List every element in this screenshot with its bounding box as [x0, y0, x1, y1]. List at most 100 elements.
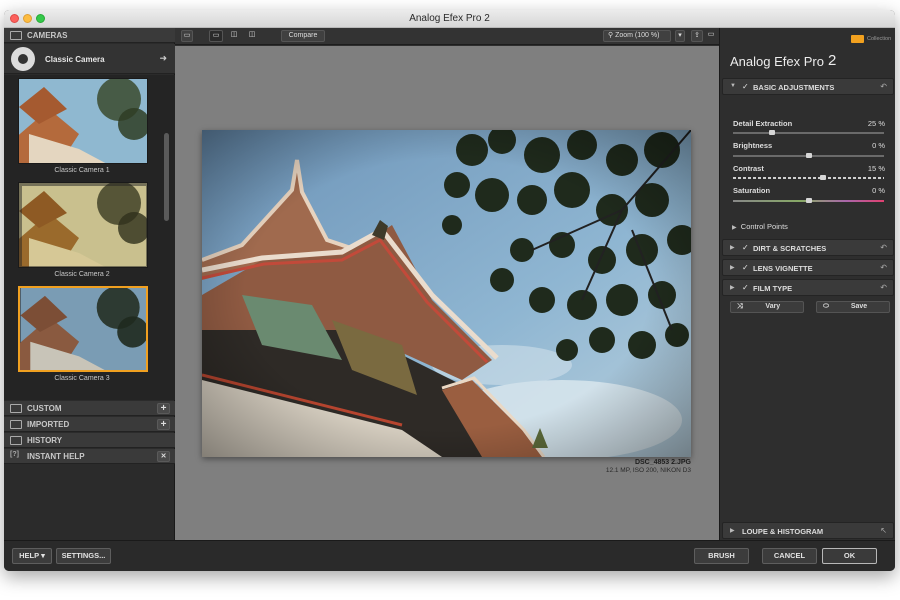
history-section-header[interactable]: HISTORY	[4, 433, 175, 448]
help-button[interactable]: HELP ▾	[12, 548, 52, 564]
dirt-scratches-header[interactable]: ▶ ✓ DIRT & SCRATCHES ↶	[722, 239, 894, 256]
cameras-section-header[interactable]: CAMERAS	[4, 28, 175, 43]
lens-vignette-header[interactable]: ▶ ✓ LENS VIGNETTE ↶	[722, 259, 894, 276]
preview-photo-image	[202, 130, 691, 457]
bottom-bar: HELP ▾ SETTINGS... BRUSH CANCEL OK	[4, 540, 895, 571]
reset-icon[interactable]: ↶	[880, 283, 887, 292]
saturation-label: Saturation	[733, 186, 771, 195]
upload-icon[interactable]: ⇪	[691, 30, 703, 42]
reset-icon[interactable]: ↶	[880, 263, 887, 272]
split-view-button[interactable]: ◫	[227, 30, 241, 42]
app-title-number: 2	[828, 52, 837, 69]
slider-knob[interactable]	[805, 153, 812, 158]
app-title: Analog Efex Pro	[730, 54, 824, 69]
single-view-button[interactable]: ▭	[209, 30, 223, 42]
add-imported-button[interactable]: +	[157, 419, 170, 430]
chevron-down-icon: ▼	[730, 83, 736, 89]
reset-icon[interactable]: ↶	[880, 82, 887, 91]
slider-knob[interactable]	[805, 198, 812, 203]
close-instant-help-button[interactable]: ✕	[157, 451, 170, 462]
preset-thumbnail-list[interactable]: Classic Camera 1 Classic Camera 2 Classi…	[4, 75, 175, 400]
loupe-histogram-label: LOUPE & HISTOGRAM	[742, 527, 824, 536]
history-label: HISTORY	[27, 436, 63, 445]
film-type-checkbox[interactable]: ✓	[742, 283, 749, 292]
basic-adjustments-checkbox[interactable]: ✓	[742, 82, 749, 91]
detail-extraction-value: 25 %	[867, 119, 885, 128]
instant-help-section-header[interactable]: [?] INSTANT HELP ✕	[4, 449, 175, 464]
cancel-button[interactable]: CANCEL	[762, 548, 817, 564]
chevron-down-icon: ▾	[41, 551, 45, 560]
arrow-right-icon[interactable]: ➜	[159, 53, 167, 64]
view-toolbar: ▭ ▭ ◫ ◫ Compare ⚲ Zoom (100 %) ▾ ⇪ ▭	[175, 28, 719, 45]
brightness-slider[interactable]	[733, 153, 884, 158]
instant-help-label: INSTANT HELP	[27, 452, 85, 461]
window-title: Analog Efex Pro 2	[409, 13, 490, 24]
chevron-right-icon: ▶	[730, 528, 735, 534]
loupe-histogram-header[interactable]: ▶ LOUPE & HISTOGRAM ↖	[722, 522, 894, 539]
history-icon	[10, 436, 22, 445]
help-label: HELP	[19, 551, 39, 560]
custom-section-header[interactable]: CUSTOM +	[4, 401, 175, 416]
cameras-header-label: CAMERAS	[27, 31, 68, 40]
dirt-scratches-checkbox[interactable]: ✓	[742, 243, 749, 252]
lens-vignette-checkbox[interactable]: ✓	[742, 263, 749, 272]
detail-extraction-label: Detail Extraction	[733, 119, 793, 128]
selected-camera-label: Classic Camera	[45, 55, 105, 64]
imported-section-header[interactable]: IMPORTED +	[4, 417, 175, 432]
image-canvas[interactable]: DSC_4853 2.JPG 12.1 MP, ISO 200, NIKON D…	[175, 46, 719, 540]
toggle-left-panel-button[interactable]: ▭	[181, 30, 193, 42]
film-type-label: FILM TYPE	[753, 284, 793, 293]
compare-button[interactable]: Compare	[281, 30, 325, 42]
brand-collection-label: Collection	[867, 36, 892, 42]
zoom-icon: ⚲	[608, 32, 614, 39]
saturation-slider[interactable]	[733, 198, 884, 203]
camera-icon	[10, 31, 22, 40]
preset-thumbnail-3-label: Classic Camera 3	[54, 375, 110, 382]
vary-button[interactable]: ⤨ Vary	[730, 301, 804, 313]
file-info: 12.1 MP, ISO 200, NIKON D3	[605, 467, 691, 474]
file-name: DSC_4853 2.JPG	[634, 459, 691, 466]
chevron-right-icon: ▶	[730, 245, 735, 251]
import-icon	[10, 420, 22, 429]
thumbnail-scrollbar[interactable]	[164, 133, 169, 221]
zoom-dropdown[interactable]: ⚲ Zoom (100 %)	[603, 30, 671, 42]
side-by-side-view-button[interactable]: ◫	[245, 30, 259, 42]
title-bar: Analog Efex Pro 2	[4, 10, 895, 28]
preset-thumbnail-1-image	[19, 79, 147, 163]
chevron-right-icon: ▶	[730, 265, 735, 271]
add-custom-button[interactable]: +	[157, 403, 170, 414]
preset-thumbnail-2[interactable]	[18, 182, 148, 268]
zoom-options-button[interactable]: ▾	[675, 30, 685, 42]
reset-icon[interactable]: ↶	[880, 243, 887, 252]
preset-thumbnail-3-image	[20, 288, 146, 370]
control-points-label: Control Points	[740, 222, 788, 231]
camera-selector[interactable]: Classic Camera ➜	[4, 44, 175, 74]
contrast-value: 15 %	[867, 164, 885, 173]
brush-button[interactable]: BRUSH	[694, 548, 749, 564]
shuffle-icon: ⤨	[737, 303, 743, 310]
preset-thumbnail-3[interactable]	[18, 286, 148, 372]
save-preset-button[interactable]: ⬭ Save	[816, 301, 890, 313]
preview-photo[interactable]	[202, 130, 691, 457]
chevron-right-icon: ▶	[730, 285, 735, 291]
toggle-right-panel-button[interactable]: ▭	[706, 30, 716, 42]
pin-icon[interactable]: ↖	[880, 526, 887, 535]
slider-knob[interactable]	[820, 175, 826, 180]
vary-label: Vary	[765, 303, 781, 310]
control-points-toggle[interactable]: ▶ Control Points	[732, 222, 788, 231]
ok-button[interactable]: OK	[822, 548, 877, 564]
app-window: Analog Efex Pro 2 CAMERAS Classic Camera…	[4, 10, 895, 571]
settings-button[interactable]: SETTINGS...	[56, 548, 111, 564]
detail-extraction-slider[interactable]	[733, 130, 884, 135]
contrast-slider[interactable]	[733, 175, 884, 180]
slider-knob[interactable]	[769, 130, 776, 135]
nik-logo	[851, 35, 864, 43]
contrast-label: Contrast	[733, 164, 764, 173]
saturation-value: 0 %	[872, 186, 885, 195]
film-type-header[interactable]: ▶ ✓ FILM TYPE ↶	[722, 279, 894, 296]
preset-thumbnail-1[interactable]	[18, 78, 148, 164]
basic-adjustments-header[interactable]: ▼ ✓ BASIC ADJUSTMENTS ↶	[722, 78, 894, 95]
zoom-label: Zoom (100 %)	[615, 32, 660, 39]
presets-panel: CAMERAS Classic Camera ➜ Classic Camera …	[4, 28, 175, 540]
dirt-scratches-label: DIRT & SCRATCHES	[753, 244, 827, 253]
